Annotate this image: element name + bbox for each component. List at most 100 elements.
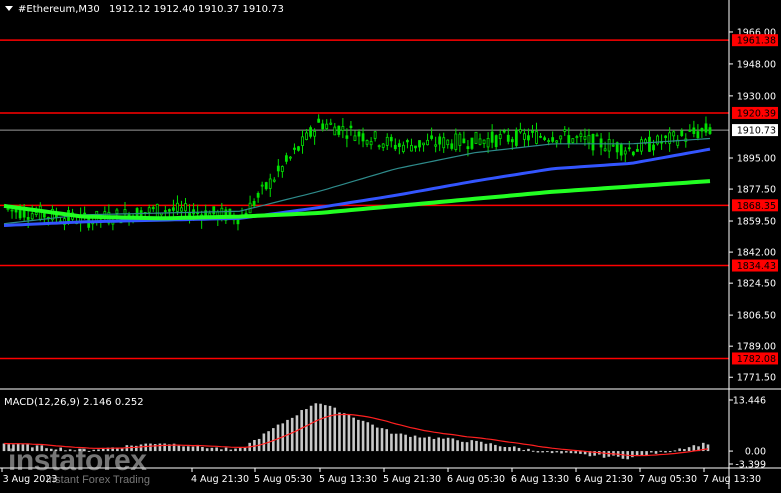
candle-body	[664, 135, 668, 139]
macd-histogram-bar	[305, 409, 308, 452]
price-tick-label: 1859.50	[737, 217, 776, 228]
candle-body	[490, 131, 494, 143]
candle-body	[167, 209, 171, 212]
candle-body	[252, 201, 256, 206]
macd-histogram-bar	[139, 444, 143, 452]
candle-body	[543, 137, 546, 140]
candle-body	[704, 123, 708, 133]
candle-body	[700, 127, 704, 132]
candle-body	[414, 145, 417, 149]
candle-body	[345, 135, 349, 139]
candle-body	[434, 144, 438, 147]
candle-body	[478, 138, 482, 145]
macd-histogram-bar	[541, 451, 544, 453]
macd-histogram-bar	[442, 438, 445, 452]
macd-histogram-bar	[503, 447, 507, 452]
candle-body	[163, 210, 167, 212]
candle-body	[393, 144, 397, 150]
candle-body	[34, 212, 38, 216]
macd-tick-label: 0.00	[745, 447, 766, 458]
time-tick-label: 3 Aug 2023	[3, 474, 58, 485]
candle-body	[551, 137, 555, 142]
macd-histogram-bar	[83, 449, 86, 452]
candle-body	[337, 125, 341, 135]
price-tick-label: 1789.00	[737, 342, 776, 353]
candle-body	[305, 132, 308, 140]
candle-body	[373, 131, 377, 139]
symbol-label: #Ethereum,M30	[18, 4, 100, 15]
candle-body	[470, 137, 474, 149]
candle-body	[317, 118, 321, 123]
macd-histogram-bar	[706, 444, 710, 452]
candle-body	[595, 134, 599, 137]
chart-canvas[interactable]: 1966.001948.001930.001895.001877.501859.…	[0, 0, 781, 489]
candle-body	[349, 125, 353, 129]
candle-body	[619, 144, 623, 156]
candle-body	[486, 138, 490, 148]
candle-body	[688, 129, 692, 132]
macd-histogram-bar	[158, 443, 162, 452]
current-price-label: 1910.73	[737, 126, 776, 137]
candle-body	[502, 130, 506, 133]
candle-body	[293, 147, 296, 150]
macd-histogram-bar	[484, 443, 488, 452]
macd-histogram-bar	[574, 451, 578, 454]
candle-body	[321, 123, 325, 130]
candle-body	[482, 139, 486, 145]
macd-histogram-bar	[451, 438, 455, 452]
candle-body	[462, 138, 466, 144]
macd-histogram-bar	[550, 451, 554, 454]
candle-body	[289, 156, 292, 159]
price-tick-label: 1877.50	[737, 185, 776, 196]
price-tick-label: 1842.00	[737, 248, 776, 259]
macd-histogram-bar	[380, 428, 384, 452]
candle-body	[438, 136, 442, 145]
candle-body	[708, 127, 712, 134]
candle-body	[260, 184, 264, 187]
candle-body	[599, 138, 603, 148]
candle-body	[264, 182, 268, 190]
macd-histogram-bar	[390, 433, 393, 452]
time-tick-label: 5 Aug 05:30	[254, 474, 312, 485]
candle-body	[450, 143, 454, 149]
macd-histogram-bar	[375, 427, 379, 452]
time-tick-label: 6 Aug 21:30	[575, 474, 633, 485]
dropdown-arrow-icon[interactable]	[5, 6, 13, 11]
candle-body	[272, 179, 276, 182]
trading-chart[interactable]: 1966.00 1948.00 1930.00 1895.00 1877.50 1859.…	[0, 0, 781, 489]
macd-histogram-bar	[224, 447, 228, 452]
candle-body	[397, 143, 401, 147]
macd-histogram-bar	[508, 447, 511, 452]
candle-body	[640, 139, 643, 152]
candle-body	[559, 135, 563, 140]
candle-body	[83, 212, 87, 215]
macd-histogram-bar	[177, 445, 181, 452]
macd-histogram-bar	[432, 438, 436, 452]
macd-histogram-bar	[569, 451, 573, 454]
macd-histogram-bar	[531, 450, 535, 452]
candle-body	[325, 123, 329, 130]
macd-tick-label: -3.399	[735, 460, 766, 471]
macd-histogram-bar	[309, 405, 313, 452]
price-tick-label: 1806.50	[737, 311, 776, 322]
level-label: 1782.08	[737, 354, 776, 365]
macd-histogram-bar	[456, 440, 459, 452]
macd-histogram-bar	[361, 420, 365, 452]
candle-body	[583, 136, 587, 140]
macd-histogram-bar	[78, 448, 81, 452]
candle-body	[623, 150, 627, 155]
candle-body	[539, 135, 542, 138]
macd-histogram-bar	[404, 434, 407, 452]
macd-histogram-bar	[12, 444, 15, 452]
macd-histogram-bar	[437, 437, 440, 452]
candle-body	[454, 133, 458, 150]
macd-histogram-bar	[522, 450, 526, 452]
candle-body	[284, 155, 288, 162]
macd-histogram-bar	[87, 450, 91, 452]
macd-histogram-bar	[40, 445, 44, 452]
macd-histogram-bar	[366, 422, 370, 452]
candle-body	[309, 127, 312, 137]
candle-body	[30, 213, 34, 220]
candle-body	[155, 203, 159, 218]
macd-histogram-bar	[163, 443, 166, 452]
